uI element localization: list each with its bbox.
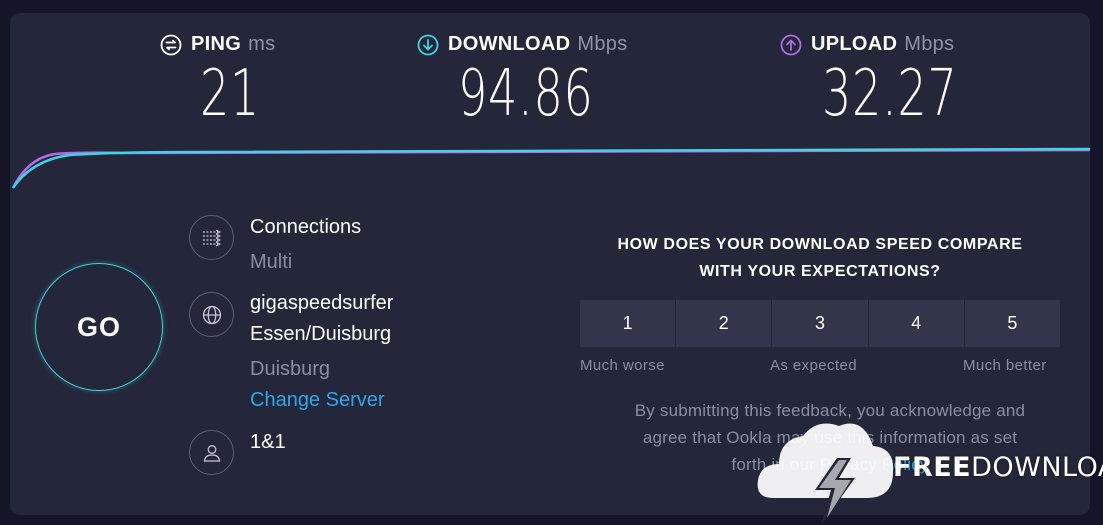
upload-header: UPLOAD Mbps	[780, 33, 1010, 56]
change-server-link[interactable]: Change Server	[250, 385, 393, 416]
globe-icon	[189, 292, 234, 337]
scale-label-low: Much worse	[580, 357, 665, 374]
survey-title-line2: WITH YOUR EXPECTATIONS?	[699, 263, 941, 280]
download-arrow-icon	[417, 34, 439, 55]
rating-button-5[interactable]: 5	[963, 300, 1060, 347]
server-location: Duisburg	[250, 358, 331, 380]
download-header: DOWNLOAD Mbps	[417, 33, 646, 56]
upload-value: 32.27	[822, 57, 958, 131]
connections-icon	[189, 215, 234, 260]
isp-name: 1&1	[250, 431, 286, 453]
user-icon	[189, 430, 234, 475]
connections-label: Connections	[250, 216, 362, 238]
watermark-text: FREEDOWNLOAD	[893, 452, 1103, 483]
connections-value: Multi	[250, 251, 293, 273]
rating-button-3[interactable]: 3	[771, 300, 867, 347]
ping-label: PING	[191, 33, 242, 55]
download-graph-line	[11, 147, 1090, 189]
upload-arrow-icon	[780, 34, 802, 55]
upload-metric: UPLOAD Mbps 32.27	[780, 33, 1010, 130]
server-info: gigaspeedsurfer Essen/Duisburg Duisburg …	[250, 288, 393, 416]
download-unit: Mbps	[577, 33, 628, 55]
rating-button-2[interactable]: 2	[675, 300, 771, 347]
ping-unit: ms	[248, 33, 276, 55]
go-button-label: GO	[76, 311, 121, 342]
scale-label-high: Much better	[963, 357, 1047, 374]
scale-label-mid: As expected	[770, 357, 857, 374]
upload-graph-line	[11, 148, 1090, 189]
upload-unit: Mbps	[904, 33, 955, 55]
go-button[interactable]: GO	[35, 263, 163, 391]
rating-button-4[interactable]: 4	[867, 300, 964, 347]
upload-label: UPLOAD	[811, 33, 898, 55]
server-name-line1: gigaspeedsurfer	[250, 292, 394, 314]
watermark-text-rest: DOWNLOAD	[971, 452, 1103, 483]
rating-scale: 1 2 3 4 5	[580, 300, 1060, 347]
speed-graph	[11, 147, 1090, 189]
connections-info: Connections Multi	[250, 212, 361, 278]
ping-metric: PING ms 21	[160, 33, 283, 130]
survey-title-line1: HOW DOES YOUR DOWNLOAD SPEED COMPARE	[617, 236, 1023, 253]
download-value: 94.86	[458, 57, 594, 131]
ping-header: PING ms	[160, 33, 283, 56]
ping-value: 21	[200, 57, 261, 131]
survey-title: HOW DOES YOUR DOWNLOAD SPEED COMPARE WIT…	[570, 231, 1070, 285]
server-name-line2: Essen/Duisburg	[250, 323, 392, 345]
download-label: DOWNLOAD	[448, 33, 571, 55]
rating-button-1[interactable]: 1	[580, 300, 675, 347]
download-metric: DOWNLOAD Mbps 94.86	[417, 33, 646, 130]
watermark-text-bold: FREE	[893, 452, 972, 483]
ping-icon	[160, 34, 182, 55]
